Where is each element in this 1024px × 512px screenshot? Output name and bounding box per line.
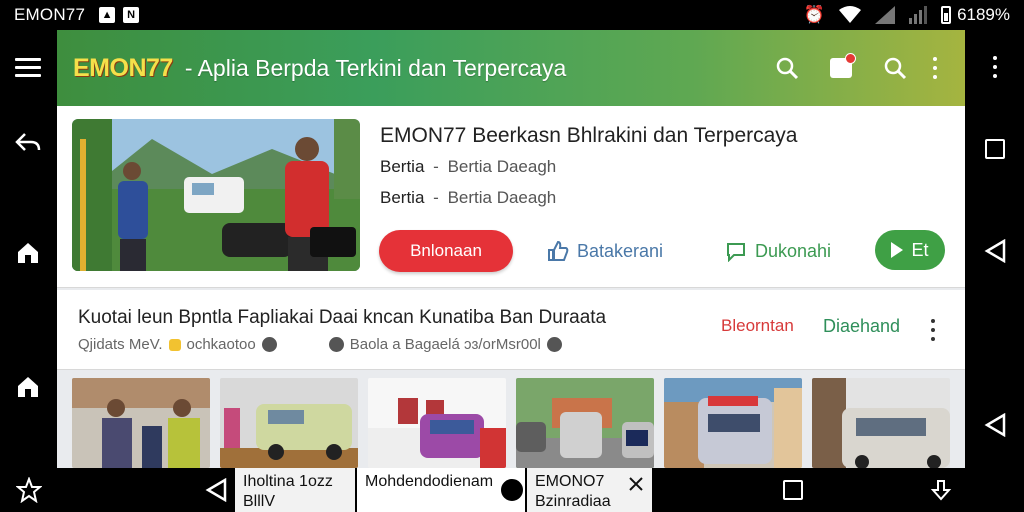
category-label: Bertia: [380, 157, 425, 176]
article-date: Baola a Bagaelá ɔɜ/orMsr00l: [349, 336, 541, 353]
wifi-icon: [839, 6, 862, 23]
share-back-button[interactable]: [8, 123, 48, 163]
back-triangle-icon: [205, 478, 227, 502]
article-author: Qjidats MeV.: [78, 336, 163, 353]
app-bar: EMON77 - Aplia Berpda Terkini dan Terper…: [57, 30, 965, 106]
category-value: Bertia Daeagh: [447, 188, 557, 207]
signal-icon: [875, 6, 896, 24]
arrow-down-icon: [930, 480, 952, 501]
hamburger-icon: [15, 57, 41, 77]
featured-title[interactable]: EMON77 Beerkasn Bhlrakini dan Terpercaya: [380, 124, 798, 148]
recents-button-top[interactable]: [975, 129, 1015, 169]
category-label: Bertia: [380, 188, 425, 207]
favorites-button[interactable]: [13, 474, 45, 506]
comment-icon: [727, 243, 745, 262]
right-navigation-rail: [966, 30, 1024, 468]
square-icon: [985, 139, 1005, 159]
clock-icon: [328, 337, 344, 352]
app-window: EMON77 - Aplia Berpda Terkini dan Terper…: [57, 30, 965, 468]
featured-photo[interactable]: [72, 119, 360, 271]
thumbnail-6[interactable]: [812, 378, 950, 468]
featured-card[interactable]: EMON77 Beerkasn Bhlrakini dan Terpercaya…: [57, 106, 965, 288]
close-icon: [629, 477, 643, 491]
more-vert-icon: [992, 56, 998, 78]
overflow-menu-button[interactable]: [921, 54, 949, 82]
notification-badge-icon: [830, 53, 856, 78]
separator: -: [433, 157, 439, 176]
article-meta: Qjidats MeV. ochkaotoo Baola a Bagaelá ɔ…: [78, 336, 562, 353]
share-link-button[interactable]: Batakerani: [547, 236, 663, 266]
home-circle-icon: [499, 477, 525, 503]
back-triangle-icon: [984, 413, 1006, 437]
more-vert-icon: [932, 57, 938, 79]
nav-down-button[interactable]: [925, 474, 957, 506]
home-button-bottom[interactable]: [8, 367, 48, 407]
notification-app-icon: N: [123, 7, 140, 23]
square-icon: [783, 480, 803, 500]
nav-back-button[interactable]: [200, 474, 232, 506]
menu-button[interactable]: [8, 47, 48, 87]
thumbnail-1[interactable]: [72, 378, 210, 468]
search-alt-button[interactable]: [881, 54, 909, 82]
share-link-label: Batakerani: [577, 240, 664, 261]
app-title: - Aplia Berpda Terkini dan Terpercaya: [184, 54, 567, 81]
left-navigation-rail: [0, 30, 57, 468]
nav-home-button[interactable]: [496, 474, 528, 506]
coin-icon: [168, 338, 181, 351]
play-icon: [891, 242, 904, 258]
signal-bars-icon: [909, 6, 928, 24]
notifications-button[interactable]: [827, 53, 856, 82]
thumbnail-5[interactable]: [664, 378, 802, 468]
search-icon: [884, 57, 907, 80]
battery-icon: [941, 6, 952, 24]
comment-link-button[interactable]: Dukonahi: [725, 236, 831, 266]
back-button-top[interactable]: [975, 231, 1015, 271]
thumbnail-3[interactable]: [368, 378, 506, 468]
nav-recents-button[interactable]: [777, 474, 809, 506]
alarm-icon: ⏰: [803, 5, 826, 24]
phone-screen: EMON77 ▲ N ⏰ 6189% EMON77 - Aplia Berpda…: [0, 0, 1024, 512]
separator: -: [433, 188, 439, 207]
bottom-navigation-bar: Iholtina 1ozz BlllV Mohdendodienam EMONO…: [0, 468, 1024, 512]
notification-photo-icon: ▲: [99, 7, 116, 23]
app-logo[interactable]: EMON77: [73, 54, 173, 83]
globe-icon: [546, 337, 562, 352]
share-arrow-icon: [15, 133, 41, 151]
star-icon: [16, 477, 42, 503]
status-app-label: EMON77: [14, 5, 86, 24]
primary-action-button[interactable]: Bnlonaan: [379, 230, 513, 272]
article-more-button[interactable]: [930, 319, 936, 341]
article-red-link[interactable]: Bleorntan: [721, 316, 794, 336]
tray-item-1-line-2: BlllV: [243, 493, 276, 510]
battery-text: 6189%: [957, 5, 1010, 24]
tray-close-button[interactable]: [624, 472, 648, 496]
article-title[interactable]: Kuotai leun Bpntla Fapliakai Daai kncan …: [78, 307, 606, 329]
play-button[interactable]: Et: [875, 230, 945, 270]
search-button[interactable]: [773, 54, 801, 82]
featured-category-line-1: Bertia - Bertia Daeagh: [380, 157, 556, 177]
back-button-bottom[interactable]: [975, 405, 1015, 445]
back-triangle-icon: [984, 239, 1006, 263]
comment-link-label: Dukonahi: [755, 240, 832, 261]
home-icon: [18, 377, 38, 397]
play-label: Et: [911, 239, 929, 260]
category-value: Bertia Daeagh: [447, 157, 557, 176]
status-bar: EMON77 ▲ N ⏰ 6189%: [0, 0, 1024, 30]
home-button-top[interactable]: [8, 233, 48, 273]
thumbnail-strip: [57, 378, 965, 468]
tray-item-1-line-1: Iholtina 1ozz: [243, 473, 333, 490]
thumbs-up-icon: [548, 240, 569, 261]
users-icon: [261, 337, 277, 352]
tray-item-1[interactable]: Iholtina 1ozz BlllV: [235, 468, 355, 512]
article-green-link[interactable]: Diaehand: [823, 316, 900, 337]
article-source: ochkaotoo: [186, 336, 256, 353]
right-menu-button[interactable]: [975, 47, 1015, 87]
article-card[interactable]: Kuotai leun Bpntla Fapliakai Daai kncan …: [57, 290, 965, 370]
thumbnail-4[interactable]: [516, 378, 654, 468]
tray-item-2-line-1: Mohdendodienam: [365, 473, 494, 490]
featured-category-line-2: Bertia - Bertia Daeagh: [380, 188, 556, 208]
thumbnail-2[interactable]: [220, 378, 358, 468]
home-icon: [18, 243, 38, 263]
search-icon: [776, 57, 799, 80]
